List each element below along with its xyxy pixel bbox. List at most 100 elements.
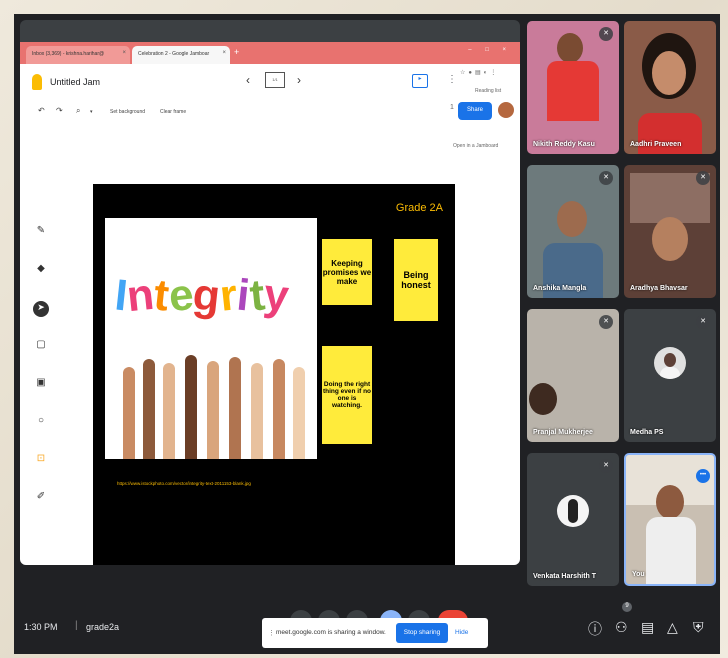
frame-bar-button[interactable]: 1/1 (265, 72, 285, 88)
chat-icon[interactable]: ▤ (641, 619, 654, 636)
info-icon[interactable]: ⓘ (588, 619, 602, 639)
participant-tile[interactable]: ✕ Aradhya Bhavsar (624, 165, 716, 298)
participant-video (557, 201, 587, 237)
image-icon[interactable]: ▣ (33, 377, 49, 388)
mic-off-icon: ✕ (696, 171, 710, 185)
share-button[interactable]: Share (458, 102, 492, 120)
participant-photo (660, 367, 680, 379)
participant-photo (568, 499, 578, 523)
participant-tile[interactable]: Aadhri Praveen (624, 21, 716, 154)
participant-video (646, 517, 696, 584)
integrity-word: Integrity (113, 270, 311, 322)
host-controls-icon[interactable]: ⛨ (693, 619, 704, 636)
sticky-note-icon[interactable]: ▢ (33, 339, 49, 350)
hand-graphic (251, 363, 263, 459)
participant-name: Aradhya Bhavsar (630, 285, 688, 292)
clear-frame-button[interactable]: Clear frame (160, 109, 186, 115)
pen-icon[interactable]: ✎ (33, 225, 49, 236)
text-box-icon[interactable]: ⊡ (33, 453, 49, 464)
participant-video (547, 61, 599, 121)
select-icon[interactable]: ➤ (33, 301, 49, 317)
self-view-tile[interactable]: ••• You (624, 453, 716, 586)
laser-icon[interactable]: ✐ (33, 491, 49, 502)
tab-label: Celebration 2 - Google Jamboar (138, 51, 210, 57)
hand-graphic (163, 363, 175, 459)
mic-off-icon: ✕ (599, 315, 613, 329)
image-credit-link[interactable]: https://www.istockphoto.com/vector/integ… (117, 481, 251, 486)
hand-graphic (229, 357, 241, 459)
tab-gmail[interactable]: Inbox (3,369) - krishna.harihar@ × (26, 46, 130, 64)
participant-name: You (632, 571, 645, 578)
window-controls[interactable]: – □ × (468, 47, 512, 53)
participant-tile[interactable]: ✕ Nikith Reddy Kasu (527, 21, 619, 154)
chevron-down-icon[interactable]: ▾ (90, 109, 93, 115)
sharing-notice: meet.google.com is sharing a window. (276, 629, 386, 636)
jamboard-toolbar: ↶ ↷ ⌕ ▾ Set background Clear frame (20, 100, 450, 122)
jamboard-app: Untitled Jam ‹ 1/1 › ▸ ⋮ ☆●▤◐⋮ Reading l… (20, 64, 520, 565)
undo-icon[interactable]: ↶ (38, 106, 45, 115)
more-options-icon[interactable]: ••• (696, 469, 710, 483)
account-avatar[interactable] (498, 102, 514, 118)
hand-graphic (293, 367, 305, 459)
participant-name: Nikith Reddy Kasu (533, 141, 595, 148)
participant-name: Aadhri Praveen (630, 141, 682, 148)
participant-video (529, 383, 557, 415)
redo-icon[interactable]: ↷ (56, 106, 63, 115)
mic-off-icon: ✕ (599, 27, 613, 41)
drag-handle-icon[interactable]: ⋮ (268, 629, 275, 637)
stop-sharing-button[interactable]: Stop sharing (396, 623, 448, 643)
shared-screen: Inbox (3,369) - krishna.harihar@ × Celeb… (20, 20, 520, 565)
close-icon[interactable]: × (122, 50, 126, 56)
separator: | (75, 620, 78, 631)
hide-button[interactable]: Hide (455, 629, 468, 636)
people-icon[interactable]: ⚇ (615, 619, 628, 636)
cast-icon[interactable]: ▸ (412, 74, 428, 88)
sticky-note[interactable]: Keeping promises we make (322, 239, 372, 305)
avatar (654, 347, 686, 379)
clock: 1:30 PM (24, 622, 58, 632)
participant-tile[interactable]: ✕ Venkata Harshith T (527, 453, 619, 586)
circle-icon[interactable]: ○ (33, 415, 49, 426)
integrity-image[interactable]: Integrity (105, 218, 317, 459)
meeting-code: grade2a (86, 622, 120, 632)
tab-jamboard[interactable]: Celebration 2 - Google Jamboar × (132, 46, 230, 64)
tool-palette: ✎ ◆ ➤ ▢ ▣ ○ ⊡ ✐ (31, 219, 51, 524)
participant-name: Venkata Harshith T (533, 573, 597, 580)
mic-off-icon: ✕ (599, 171, 613, 185)
jamboard-logo-icon (32, 74, 42, 90)
meet-bottom-bar: 1:30 PM | grade2a ⋮ meet.google.com is s… (14, 602, 720, 654)
open-in-jamboard-link[interactable]: Open in a Jamboard (453, 143, 498, 149)
next-frame-button[interactable]: › (297, 73, 301, 87)
participant-tile[interactable]: ✕ Pranjal Mukherjee (527, 309, 619, 442)
zoom-icon[interactable]: ⌕ (76, 106, 80, 116)
participant-tile[interactable]: ✕ Anshika Mangla (527, 165, 619, 298)
mic-off-icon: ✕ (696, 315, 710, 329)
hand-graphic (143, 359, 155, 459)
sticky-note[interactable]: Doing the right thing even if no one is … (322, 346, 372, 444)
participant-video (656, 485, 684, 519)
participant-video (557, 33, 583, 63)
sticky-note[interactable]: Being honest (394, 239, 438, 321)
prev-frame-button[interactable]: ‹ (246, 73, 250, 87)
sharing-banner: ⋮ meet.google.com is sharing a window. S… (262, 618, 488, 648)
eraser-icon[interactable]: ◆ (33, 263, 49, 274)
more-vert-icon[interactable]: ⋮ (447, 74, 457, 85)
jamboard-header: Untitled Jam ‹ 1/1 › ▸ ⋮ ☆●▤◐⋮ Reading l… (20, 64, 520, 96)
activities-icon[interactable]: △ (667, 619, 678, 636)
new-tab-button[interactable]: + (234, 47, 239, 57)
close-icon[interactable]: × (222, 50, 226, 56)
reading-list-button[interactable]: Reading list (475, 88, 501, 94)
jam-title[interactable]: Untitled Jam (50, 77, 100, 87)
participant-name: Anshika Mangla (533, 285, 587, 292)
hand-graphic (273, 359, 285, 459)
participant-name: Pranjal Mukherjee (533, 429, 593, 436)
grade-label: Grade 2A (395, 202, 443, 214)
browser-extension-icons[interactable]: ☆●▤◐⋮ (460, 69, 499, 76)
participant-tile[interactable]: ✕ Medha PS (624, 309, 716, 442)
mic-off-icon: ✕ (599, 459, 613, 473)
participant-video (652, 217, 688, 261)
tab-label: Inbox (3,369) - krishna.harihar@ (32, 51, 105, 57)
jamboard-canvas[interactable]: Grade 2A Integrity Keeping promises we m… (93, 184, 455, 565)
set-background-button[interactable]: Set background (110, 109, 145, 115)
frame-number: 1 (450, 104, 454, 111)
